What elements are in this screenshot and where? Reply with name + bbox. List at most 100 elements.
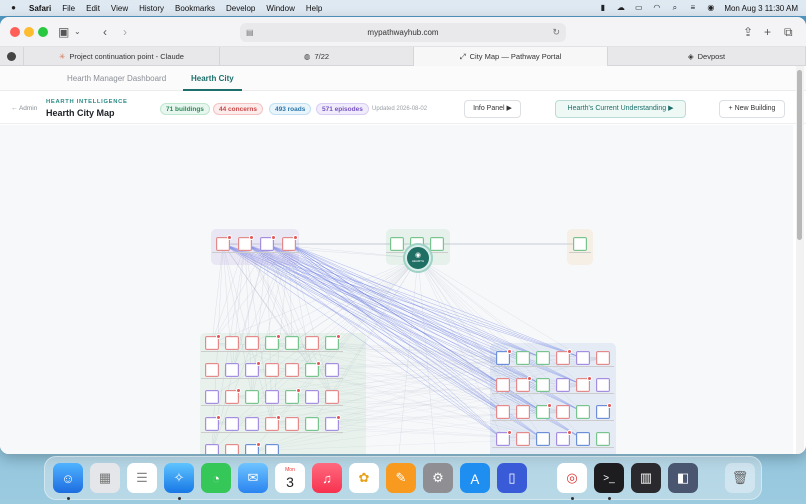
apple-icon[interactable]: ● xyxy=(9,4,18,12)
page-settings-icon[interactable]: ▤ xyxy=(246,23,254,42)
safari-icon[interactable]: ✧ xyxy=(164,463,194,493)
building-node[interactable] xyxy=(325,390,339,404)
menu-view[interactable]: View xyxy=(111,4,128,13)
tab-city-map[interactable]: ⤢ City Map — Pathway Portal xyxy=(414,47,608,66)
wifi-icon[interactable]: ◠ xyxy=(652,4,661,12)
building-node[interactable] xyxy=(430,237,444,251)
trash-icon[interactable]: 🗑 xyxy=(725,463,755,493)
menu-develop[interactable]: Develop xyxy=(226,4,255,13)
building-node[interactable] xyxy=(556,405,570,419)
messages-icon[interactable]: ◔ xyxy=(201,463,231,493)
building-node[interactable] xyxy=(285,363,299,377)
menu-edit[interactable]: Edit xyxy=(86,4,100,13)
building-node[interactable] xyxy=(265,444,279,454)
menu-window[interactable]: Window xyxy=(266,4,294,13)
scrollbar[interactable] xyxy=(796,66,804,454)
sidebar-toggle-icon[interactable]: ▣ xyxy=(58,25,69,39)
terminal-icon[interactable]: >_ xyxy=(594,463,624,493)
menu-file[interactable]: File xyxy=(62,4,75,13)
building-node[interactable] xyxy=(596,351,610,365)
building-node[interactable] xyxy=(496,405,510,419)
search-icon[interactable]: ⌕ xyxy=(670,4,679,12)
back-icon[interactable]: ‹ xyxy=(103,25,107,39)
building-node[interactable] xyxy=(225,444,239,454)
building-node[interactable] xyxy=(285,336,299,350)
tab-overview-icon[interactable]: ⧉ xyxy=(784,25,793,39)
building-node[interactable] xyxy=(536,378,550,392)
battery-icon[interactable]: ▭ xyxy=(634,4,643,12)
building-node[interactable] xyxy=(245,390,259,404)
tab-claude[interactable]: ✳ Project continuation point - Claude xyxy=(24,47,220,66)
menu-history[interactable]: History xyxy=(139,4,164,13)
building-node[interactable] xyxy=(576,351,590,365)
building-node[interactable] xyxy=(536,351,550,365)
building-node[interactable] xyxy=(573,237,587,251)
pinned-tab[interactable] xyxy=(0,47,24,66)
back-to-admin-link[interactable]: ← Admin xyxy=(11,105,37,112)
scrollbar-thumb[interactable] xyxy=(797,70,802,240)
menu-help[interactable]: Help xyxy=(306,4,322,13)
settings-icon[interactable]: ⚙ xyxy=(423,463,453,493)
close-window-button[interactable] xyxy=(10,27,20,37)
building-node[interactable] xyxy=(225,336,239,350)
city-map-canvas[interactable]: ◉ HEARTH xyxy=(0,125,793,454)
photos-icon[interactable]: ✿ xyxy=(349,463,379,493)
devtools-icon[interactable]: ▥ xyxy=(631,463,661,493)
building-node[interactable] xyxy=(596,378,610,392)
minimize-window-button[interactable] xyxy=(24,27,34,37)
mail-icon[interactable]: ✉ xyxy=(238,463,268,493)
building-node[interactable] xyxy=(225,417,239,431)
building-node[interactable] xyxy=(305,417,319,431)
tab-devpost[interactable]: ◈ Devpost xyxy=(608,47,806,66)
zoom-window-button[interactable] xyxy=(38,27,48,37)
menu-bookmarks[interactable]: Bookmarks xyxy=(175,4,215,13)
new-building-button[interactable]: + New Building xyxy=(719,100,785,118)
building-node[interactable] xyxy=(245,417,259,431)
reminders-icon[interactable]: ☰ xyxy=(127,463,157,493)
building-node[interactable] xyxy=(265,390,279,404)
chevron-down-icon[interactable]: ⌄ xyxy=(74,25,81,39)
building-node[interactable] xyxy=(576,405,590,419)
building-node[interactable] xyxy=(390,237,404,251)
building-node[interactable] xyxy=(516,432,530,446)
cursor-icon[interactable]: ◧ xyxy=(668,463,698,493)
building-node[interactable] xyxy=(205,363,219,377)
building-node[interactable] xyxy=(305,336,319,350)
building-node[interactable] xyxy=(245,336,259,350)
building-node[interactable] xyxy=(516,351,530,365)
reload-icon[interactable]: ↻ xyxy=(552,23,560,42)
current-understanding-button[interactable]: Hearth's Current Understanding ▶ xyxy=(555,100,686,118)
building-node[interactable] xyxy=(596,432,610,446)
clipboard-icon[interactable]: ▮ xyxy=(598,4,607,12)
building-node[interactable] xyxy=(225,363,239,377)
building-node[interactable] xyxy=(285,417,299,431)
tab-722[interactable]: ◍ 7/22 xyxy=(220,47,414,66)
pages-icon[interactable]: ✎ xyxy=(386,463,416,493)
tab-hearth-manager[interactable]: Hearth Manager Dashboard xyxy=(67,66,166,91)
menu-clock[interactable]: Mon Aug 3 11:30 AM xyxy=(724,4,798,13)
building-node[interactable] xyxy=(576,432,590,446)
building-node[interactable] xyxy=(305,390,319,404)
appstore-icon[interactable]: Ａ xyxy=(460,463,490,493)
building-node[interactable] xyxy=(556,378,570,392)
forward-icon[interactable]: › xyxy=(123,25,127,39)
launchpad-icon[interactable]: ▦ xyxy=(90,463,120,493)
chrome-icon[interactable]: ◎ xyxy=(557,463,587,493)
building-node[interactable] xyxy=(516,405,530,419)
xcode-icon[interactable]: ▯ xyxy=(497,463,527,493)
share-icon[interactable]: ⇪ xyxy=(743,25,753,39)
finder-icon[interactable]: ☺ xyxy=(53,463,83,493)
menu-app-name[interactable]: Safari xyxy=(29,4,51,13)
hearth-hub[interactable]: ◉ HEARTH xyxy=(405,245,431,271)
building-node[interactable] xyxy=(536,432,550,446)
building-node[interactable] xyxy=(496,378,510,392)
control-center-icon[interactable]: ≡ xyxy=(688,4,697,12)
music-icon[interactable]: ♫ xyxy=(312,463,342,493)
building-node[interactable] xyxy=(265,363,279,377)
building-node[interactable] xyxy=(205,444,219,454)
building-node[interactable] xyxy=(205,390,219,404)
cloud-icon[interactable]: ☁ xyxy=(616,4,625,12)
building-node[interactable] xyxy=(325,363,339,377)
address-bar[interactable]: ▤ mypathwayhub.com ↻ xyxy=(240,23,566,42)
new-tab-icon[interactable]: + xyxy=(764,25,771,39)
